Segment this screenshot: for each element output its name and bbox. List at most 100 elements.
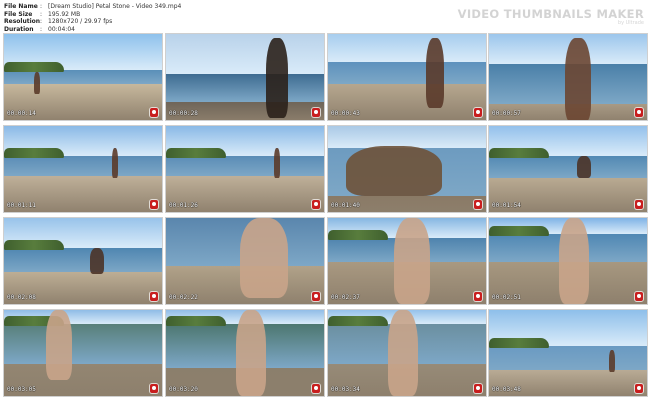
- timestamp: 00:01:26: [169, 202, 198, 209]
- badge-icon: [312, 108, 320, 117]
- badge-icon: [150, 200, 158, 209]
- thumbnail-image: [489, 218, 647, 304]
- trees: [4, 240, 64, 250]
- sky: [328, 34, 486, 62]
- person: [394, 218, 430, 304]
- timestamp: 00:03:34: [331, 386, 360, 393]
- trees: [166, 316, 226, 326]
- thumbnail[interactable]: 00:02:51: [488, 217, 648, 305]
- badge-icon: [150, 292, 158, 301]
- water: [328, 62, 486, 84]
- thumbnail[interactable]: 00:03:34: [327, 309, 487, 397]
- file-name-value: [Dream Studio] Petal Stone - Video 349.m…: [48, 3, 182, 10]
- thumbnail[interactable]: 00:02:08: [3, 217, 163, 305]
- water: [489, 156, 647, 178]
- thumbnail-image: [328, 34, 486, 120]
- timestamp: 00:02:51: [492, 294, 521, 301]
- thumbnail-image: [166, 218, 324, 304]
- timestamp: 00:02:37: [331, 294, 360, 301]
- thumbnail-grid: 00:00:14 00:00:28 00:00:43 00:00:57 00:01:11…: [0, 33, 650, 398]
- timestamp: 00:02:08: [7, 294, 36, 301]
- resolution-value: 1280x720 / 29.97 fps: [48, 18, 113, 26]
- badge-icon: [635, 384, 643, 393]
- water: [166, 156, 324, 176]
- watermark: VIDEO THUMBNAILS MAKER by Ultrade: [458, 7, 644, 26]
- water: [4, 156, 162, 176]
- person: [46, 310, 72, 380]
- badge-icon: [474, 200, 482, 209]
- timestamp: 00:02:22: [169, 294, 198, 301]
- file-size-row: File Size : 195.92 MB: [4, 11, 181, 19]
- trees: [4, 148, 64, 158]
- trees: [489, 338, 549, 348]
- thumbnail[interactable]: 00:02:37: [327, 217, 487, 305]
- sky: [166, 34, 324, 74]
- badge-icon: [635, 292, 643, 301]
- person: [266, 38, 288, 118]
- thumbnail-image: [4, 310, 162, 396]
- person: [240, 218, 288, 298]
- thumbnail[interactable]: 00:02:22: [165, 217, 325, 305]
- thumbnail-image: [328, 126, 486, 212]
- person: [559, 218, 589, 304]
- badge-icon: [150, 384, 158, 393]
- trees: [489, 226, 549, 236]
- thumbnail[interactable]: 00:00:43: [327, 33, 487, 121]
- thumbnail[interactable]: 00:03:05: [3, 309, 163, 397]
- timestamp: 00:03:05: [7, 386, 36, 393]
- file-size-value: 195.92 MB: [48, 10, 81, 18]
- thumbnail[interactable]: 00:01:54: [488, 125, 648, 213]
- thumbnail[interactable]: 00:03:48: [488, 309, 648, 397]
- trees: [489, 148, 549, 158]
- person: [90, 248, 104, 274]
- thumbnail-image: [166, 126, 324, 212]
- thumbnail-image: [328, 310, 486, 396]
- separator: :: [40, 3, 43, 10]
- trees: [328, 230, 388, 240]
- timestamp: 00:01:54: [492, 202, 521, 209]
- trees: [328, 316, 388, 326]
- badge-icon: [150, 108, 158, 117]
- water: [489, 346, 647, 370]
- thumbnail-image: [166, 34, 324, 120]
- person: [388, 310, 418, 396]
- thumbnail-image: [4, 218, 162, 304]
- timestamp: 00:03:48: [492, 386, 521, 393]
- badge-icon: [312, 384, 320, 393]
- person: [609, 350, 615, 372]
- thumbnail[interactable]: 00:00:57: [488, 33, 648, 121]
- thumbnail-image: [489, 34, 647, 120]
- separator: :: [40, 10, 43, 18]
- badge-icon: [312, 200, 320, 209]
- thumbnail-image: [328, 218, 486, 304]
- timestamp: 00:01:40: [331, 202, 360, 209]
- badge-icon: [474, 292, 482, 301]
- resolution-row: Resolution : 1280x720 / 29.97 fps: [4, 18, 181, 26]
- timestamp: 00:00:28: [169, 110, 198, 117]
- water: [4, 70, 162, 84]
- badge-icon: [312, 292, 320, 301]
- thumbnail[interactable]: 00:01:11: [3, 125, 163, 213]
- timestamp: 00:01:11: [7, 202, 36, 209]
- person: [274, 148, 280, 178]
- person: [565, 38, 591, 120]
- thumbnail[interactable]: 00:00:14: [3, 33, 163, 121]
- sky: [328, 126, 486, 148]
- thumbnail-image: [4, 34, 162, 120]
- badge-icon: [474, 108, 482, 117]
- file-size-label: File Size: [4, 10, 33, 18]
- thumbnail[interactable]: 00:03:20: [165, 309, 325, 397]
- person: [236, 310, 266, 396]
- thumbnail[interactable]: 00:01:40: [327, 125, 487, 213]
- separator: :: [40, 18, 43, 26]
- person: [346, 146, 442, 196]
- person: [577, 156, 591, 178]
- timestamp: 00:00:43: [331, 110, 360, 117]
- file-info: File Name : [Dream Studio] Petal Stone -…: [4, 3, 181, 33]
- badge-icon: [635, 108, 643, 117]
- thumbnail[interactable]: 00:00:28: [165, 33, 325, 121]
- trees: [4, 62, 64, 72]
- thumbnail[interactable]: 00:01:26: [165, 125, 325, 213]
- person: [426, 38, 444, 108]
- timestamp: 00:00:57: [492, 110, 521, 117]
